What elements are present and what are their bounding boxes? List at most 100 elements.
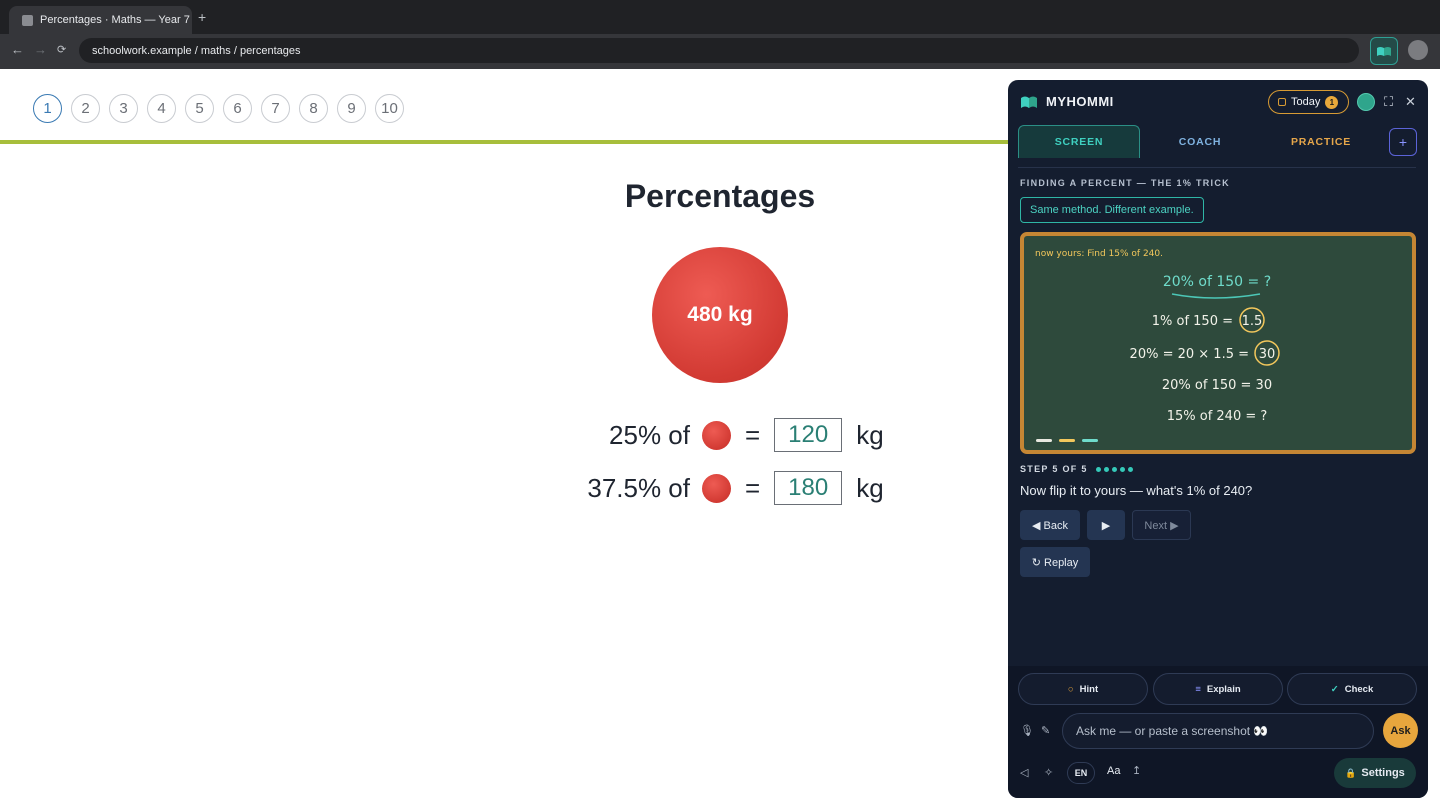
hint-button[interactable]: ○ Hint [1018,673,1148,705]
settings-button[interactable]: 🔒 Settings [1334,758,1416,788]
step-prompt: Now flip it to yours — what's 1% of 240? [1020,483,1253,498]
hint-label: Hint [1079,683,1099,695]
language-button[interactable]: EN [1067,762,1095,784]
tab-practice[interactable]: PRACTICE [1261,125,1381,158]
question-6-button[interactable]: 6 [223,94,252,123]
step-dot [1111,466,1117,472]
section-label: FINDING A PERCENT — THE 1% TRICK [1020,178,1230,188]
question-1-button[interactable]: 1 [33,94,62,123]
percent-text: 25% of [609,419,690,450]
speaker-icon[interactable]: ◁ [1020,766,1028,779]
ask-placeholder: Ask me — or paste a screenshot 👀 [1076,724,1269,738]
ball-icon [702,420,731,450]
myhommi-extension-button[interactable] [1370,37,1398,65]
profile-avatar[interactable] [1408,40,1428,60]
chalk-piece [1082,439,1098,442]
forward-icon[interactable]: → [34,42,47,57]
answer-input[interactable]: 120 [774,418,843,452]
panel-tabs: SCREEN COACH PRACTICE + [1018,125,1418,159]
expand-icon[interactable]: ⛶ [1384,94,1393,110]
explain-label: Explain [1206,683,1241,695]
favicon-icon [22,14,33,26]
board-line-4: 20% of 150 = 30 [1162,378,1272,393]
step-indicator: STEP 5 OF 5 [1020,464,1133,474]
percent-text: 37.5% of [587,472,690,503]
board-answer-2: 30 [1259,347,1276,362]
browser-toolbar: ← → ⟳ schoolwork.example / maths / perce… [0,34,1440,69]
chalk-piece [1036,439,1052,442]
next-button[interactable]: Next ▶ [1132,510,1191,540]
address-bar[interactable]: schoolwork.example / maths / percentages [79,38,1359,63]
equation-row: 37.5% of = 180 kg [586,471,884,505]
question-4-button[interactable]: 4 [147,94,176,123]
tab-screen[interactable]: SCREEN [1018,125,1140,158]
panel-footer: ○ Hint ≡ Explain ✓ Check 🎙 ✎ Ask me — or… [1008,666,1428,798]
underline-stroke [1171,293,1261,299]
board-line-1: 20% of 150 = ? [1163,274,1271,290]
step-label: STEP 5 OF 5 [1020,464,1088,474]
ball-icon [702,473,731,503]
pencil-icon[interactable]: ✎ [1041,724,1050,737]
tab-coach[interactable]: COACH [1140,125,1260,158]
upload-icon[interactable]: ↥ [1132,764,1141,777]
chalkboard-drawing: now yours: Find 15% of 240. 20% of 150 =… [1035,249,1280,442]
question-3-button[interactable]: 3 [109,94,138,123]
question-10-button[interactable]: 10 [375,94,404,123]
checkmark-icon: ✓ [1330,683,1339,695]
today-button[interactable]: Today 1 [1268,90,1349,114]
question-nav: 1 2 3 4 5 6 7 8 9 10 [33,94,404,123]
question-7-button[interactable]: 7 [261,94,290,123]
close-icon[interactable]: ✕ [1405,94,1416,110]
ball-label: 480 kg [687,303,753,326]
step-dot [1119,466,1125,472]
equals-sign: = [745,472,761,503]
board-note: now yours: Find 15% of 240. [1035,249,1163,259]
check-button[interactable]: ✓ Check [1287,673,1417,705]
back-icon[interactable]: ← [11,42,24,57]
board-line-2: 1% of 150 = [1152,314,1233,329]
board-line-5: 15% of 240 = ? [1167,409,1268,424]
microphone-icon[interactable]: 🎙 [1020,724,1034,737]
reload-icon[interactable]: ⟳ [57,43,66,56]
answer-value: 120 [788,421,829,448]
today-label: Today [1291,96,1321,108]
tab-divider [1018,167,1416,168]
explain-button[interactable]: ≡ Explain [1153,673,1283,705]
back-button[interactable]: ◀ Back [1020,510,1080,540]
replay-button[interactable]: ↻ Replay [1020,547,1090,577]
equals-sign: = [745,419,761,450]
tab-title: Percentages · Maths — Year 7 [40,14,190,26]
method-pill: Same method. Different example. [1020,197,1204,223]
settings-label: Settings [1361,767,1405,779]
page-title: Percentages [624,178,816,214]
question-5-button[interactable]: 5 [185,94,214,123]
add-tab-button[interactable]: + [1389,128,1417,156]
myhommi-panel: MYHOMMI Today 1 ⛶ ✕ SCREEN COACH PRACTIC… [1008,80,1428,798]
owl-avatar-icon[interactable] [1357,93,1375,111]
brand-name: MYHOMMI [1046,94,1114,109]
lock-icon: 🔒 [1345,767,1357,778]
step-dot [1095,466,1101,472]
check-label: Check [1344,683,1374,695]
answer-value: 180 [788,474,829,501]
url-text: schoolwork.example / maths / percentages [92,44,301,57]
question-8-button[interactable]: 8 [299,94,328,123]
text-size-button[interactable]: Aa [1107,765,1120,777]
brightness-icon[interactable]: ✧ [1044,766,1053,779]
question-2-button[interactable]: 2 [71,94,100,123]
new-tab-button[interactable]: + [198,9,206,25]
divider [0,140,1008,144]
equation-row: 25% of = 120 kg [586,418,884,452]
answer-input[interactable]: 180 [774,471,843,505]
board-answer-1: 1.5 [1242,314,1263,329]
play-button[interactable]: ▶ [1087,510,1125,540]
today-count-badge: 1 [1325,95,1339,109]
ask-input[interactable]: Ask me — or paste a screenshot 👀 [1062,713,1374,749]
ask-button[interactable]: Ask [1383,713,1418,748]
chalk-piece [1059,439,1075,442]
browser-tab[interactable]: Percentages · Maths — Year 7 [9,6,192,34]
step-dots [1095,466,1133,472]
question-9-button[interactable]: 9 [337,94,366,123]
board-line-3: 20% = 20 × 1.5 = [1130,347,1249,362]
unit-text: kg [856,419,884,450]
